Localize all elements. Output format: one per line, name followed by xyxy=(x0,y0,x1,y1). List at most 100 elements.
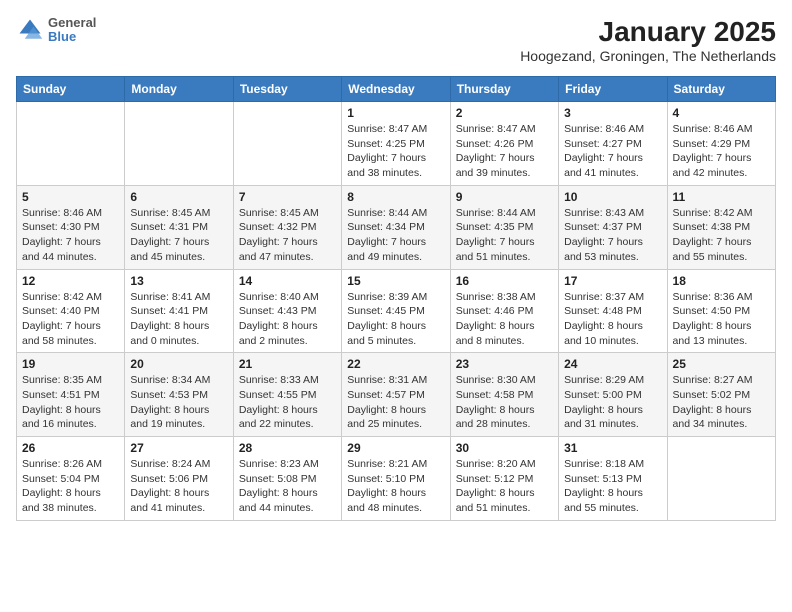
calendar-cell: 18 Sunrise: 8:36 AM Sunset: 4:50 PM Dayli… xyxy=(667,269,775,353)
page-header: General Blue January 2025 Hoogezand, Gro… xyxy=(16,16,776,64)
calendar-cell: 9 Sunrise: 8:44 AM Sunset: 4:35 PM Daylig… xyxy=(450,185,558,269)
day-number: 25 xyxy=(673,357,770,371)
weekday-header: Saturday xyxy=(667,77,775,102)
calendar-cell: 25 Sunrise: 8:27 AM Sunset: 5:02 PM Dayli… xyxy=(667,353,775,437)
day-info: Sunrise: 8:31 AM Sunset: 4:57 PM Dayligh… xyxy=(347,373,444,432)
day-info: Sunrise: 8:46 AM Sunset: 4:27 PM Dayligh… xyxy=(564,122,661,181)
calendar-cell: 23 Sunrise: 8:30 AM Sunset: 4:58 PM Dayli… xyxy=(450,353,558,437)
calendar-cell: 17Sunrise: 8:37 AM Sunset: 4:48 PM Dayli… xyxy=(559,269,667,353)
day-info: Sunrise: 8:41 AM Sunset: 4:41 PM Dayligh… xyxy=(130,290,227,349)
day-info: Sunrise: 8:36 AM Sunset: 4:50 PM Dayligh… xyxy=(673,290,770,349)
calendar-cell: 31Sunrise: 8:18 AM Sunset: 5:13 PM Dayli… xyxy=(559,437,667,521)
calendar-week-row: 12Sunrise: 8:42 AM Sunset: 4:40 PM Dayli… xyxy=(17,269,776,353)
calendar-cell: 15 Sunrise: 8:39 AM Sunset: 4:45 PM Dayli… xyxy=(342,269,450,353)
day-info: Sunrise: 8:35 AM Sunset: 4:51 PM Dayligh… xyxy=(22,373,119,432)
day-info: Sunrise: 8:33 AM Sunset: 4:55 PM Dayligh… xyxy=(239,373,336,432)
day-info: Sunrise: 8:47 AM Sunset: 4:25 PM Dayligh… xyxy=(347,122,444,181)
day-number: 10 xyxy=(564,190,661,204)
day-number: 15 xyxy=(347,274,444,288)
day-info: Sunrise: 8:40 AM Sunset: 4:43 PM Dayligh… xyxy=(239,290,336,349)
calendar-cell: 12Sunrise: 8:42 AM Sunset: 4:40 PM Dayli… xyxy=(17,269,125,353)
day-number: 27 xyxy=(130,441,227,455)
weekday-row: SundayMondayTuesdayWednesdayThursdayFrid… xyxy=(17,77,776,102)
day-number: 26 xyxy=(22,441,119,455)
day-number: 20 xyxy=(130,357,227,371)
calendar-cell xyxy=(17,102,125,186)
day-info: Sunrise: 8:27 AM Sunset: 5:02 PM Dayligh… xyxy=(673,373,770,432)
calendar-cell xyxy=(667,437,775,521)
calendar-cell: 11 Sunrise: 8:42 AM Sunset: 4:38 PM Dayli… xyxy=(667,185,775,269)
calendar-cell: 1 Sunrise: 8:47 AM Sunset: 4:25 PM Daylig… xyxy=(342,102,450,186)
day-info: Sunrise: 8:26 AM Sunset: 5:04 PM Dayligh… xyxy=(22,457,119,516)
day-info: Sunrise: 8:39 AM Sunset: 4:45 PM Dayligh… xyxy=(347,290,444,349)
day-info: Sunrise: 8:38 AM Sunset: 4:46 PM Dayligh… xyxy=(456,290,553,349)
calendar-table: SundayMondayTuesdayWednesdayThursdayFrid… xyxy=(16,76,776,521)
calendar-cell: 14 Sunrise: 8:40 AM Sunset: 4:43 PM Dayli… xyxy=(233,269,341,353)
calendar-cell: 22 Sunrise: 8:31 AM Sunset: 4:57 PM Dayli… xyxy=(342,353,450,437)
calendar-title: January 2025 xyxy=(520,16,776,48)
calendar-cell: 5Sunrise: 8:46 AM Sunset: 4:30 PM Daylig… xyxy=(17,185,125,269)
calendar-cell: 28 Sunrise: 8:23 AM Sunset: 5:08 PM Dayli… xyxy=(233,437,341,521)
day-info: Sunrise: 8:46 AM Sunset: 4:29 PM Dayligh… xyxy=(673,122,770,181)
day-info: Sunrise: 8:34 AM Sunset: 4:53 PM Dayligh… xyxy=(130,373,227,432)
calendar-body: 1 Sunrise: 8:47 AM Sunset: 4:25 PM Daylig… xyxy=(17,102,776,521)
day-info: Sunrise: 8:42 AM Sunset: 4:38 PM Dayligh… xyxy=(673,206,770,265)
day-number: 30 xyxy=(456,441,553,455)
weekday-header: Monday xyxy=(125,77,233,102)
calendar-week-row: 19 Sunrise: 8:35 AM Sunset: 4:51 PM Dayli… xyxy=(17,353,776,437)
day-info: Sunrise: 8:45 AM Sunset: 4:32 PM Dayligh… xyxy=(239,206,336,265)
day-number: 24 xyxy=(564,357,661,371)
weekday-header: Friday xyxy=(559,77,667,102)
day-number: 18 xyxy=(673,274,770,288)
day-number: 9 xyxy=(456,190,553,204)
calendar-cell: 26 Sunrise: 8:26 AM Sunset: 5:04 PM Dayli… xyxy=(17,437,125,521)
day-number: 28 xyxy=(239,441,336,455)
weekday-header: Wednesday xyxy=(342,77,450,102)
calendar-subtitle: Hoogezand, Groningen, The Netherlands xyxy=(520,48,776,64)
day-number: 14 xyxy=(239,274,336,288)
day-number: 19 xyxy=(22,357,119,371)
calendar-header: SundayMondayTuesdayWednesdayThursdayFrid… xyxy=(17,77,776,102)
day-info: Sunrise: 8:21 AM Sunset: 5:10 PM Dayligh… xyxy=(347,457,444,516)
weekday-header: Tuesday xyxy=(233,77,341,102)
logo-line1: General xyxy=(48,16,96,30)
calendar-cell: 16Sunrise: 8:38 AM Sunset: 4:46 PM Dayli… xyxy=(450,269,558,353)
calendar-cell: 19 Sunrise: 8:35 AM Sunset: 4:51 PM Dayli… xyxy=(17,353,125,437)
day-number: 8 xyxy=(347,190,444,204)
logo-line2: Blue xyxy=(48,30,96,44)
day-info: Sunrise: 8:37 AM Sunset: 4:48 PM Dayligh… xyxy=(564,290,661,349)
calendar-cell: 2Sunrise: 8:47 AM Sunset: 4:26 PM Daylig… xyxy=(450,102,558,186)
calendar-cell: 6 Sunrise: 8:45 AM Sunset: 4:31 PM Daylig… xyxy=(125,185,233,269)
logo-icon xyxy=(16,16,44,44)
day-number: 22 xyxy=(347,357,444,371)
weekday-header: Sunday xyxy=(17,77,125,102)
calendar-cell: 13Sunrise: 8:41 AM Sunset: 4:41 PM Dayli… xyxy=(125,269,233,353)
day-info: Sunrise: 8:44 AM Sunset: 4:35 PM Dayligh… xyxy=(456,206,553,265)
day-number: 29 xyxy=(347,441,444,455)
calendar-week-row: 1 Sunrise: 8:47 AM Sunset: 4:25 PM Daylig… xyxy=(17,102,776,186)
day-number: 11 xyxy=(673,190,770,204)
day-info: Sunrise: 8:23 AM Sunset: 5:08 PM Dayligh… xyxy=(239,457,336,516)
calendar-cell xyxy=(233,102,341,186)
calendar-cell: 21 Sunrise: 8:33 AM Sunset: 4:55 PM Dayli… xyxy=(233,353,341,437)
day-info: Sunrise: 8:45 AM Sunset: 4:31 PM Dayligh… xyxy=(130,206,227,265)
day-number: 21 xyxy=(239,357,336,371)
calendar-cell: 8Sunrise: 8:44 AM Sunset: 4:34 PM Daylig… xyxy=(342,185,450,269)
calendar-cell: 7 Sunrise: 8:45 AM Sunset: 4:32 PM Daylig… xyxy=(233,185,341,269)
day-number: 5 xyxy=(22,190,119,204)
calendar-cell: 27Sunrise: 8:24 AM Sunset: 5:06 PM Dayli… xyxy=(125,437,233,521)
calendar-cell: 20 Sunrise: 8:34 AM Sunset: 4:53 PM Dayli… xyxy=(125,353,233,437)
day-info: Sunrise: 8:18 AM Sunset: 5:13 PM Dayligh… xyxy=(564,457,661,516)
day-info: Sunrise: 8:42 AM Sunset: 4:40 PM Dayligh… xyxy=(22,290,119,349)
day-info: Sunrise: 8:30 AM Sunset: 4:58 PM Dayligh… xyxy=(456,373,553,432)
day-number: 23 xyxy=(456,357,553,371)
day-number: 6 xyxy=(130,190,227,204)
day-number: 1 xyxy=(347,106,444,120)
calendar-cell: 30Sunrise: 8:20 AM Sunset: 5:12 PM Dayli… xyxy=(450,437,558,521)
calendar-cell: 3Sunrise: 8:46 AM Sunset: 4:27 PM Daylig… xyxy=(559,102,667,186)
logo-text: General Blue xyxy=(48,16,96,45)
calendar-cell: 29 Sunrise: 8:21 AM Sunset: 5:10 PM Dayli… xyxy=(342,437,450,521)
title-block: January 2025 Hoogezand, Groningen, The N… xyxy=(520,16,776,64)
day-info: Sunrise: 8:43 AM Sunset: 4:37 PM Dayligh… xyxy=(564,206,661,265)
day-number: 7 xyxy=(239,190,336,204)
